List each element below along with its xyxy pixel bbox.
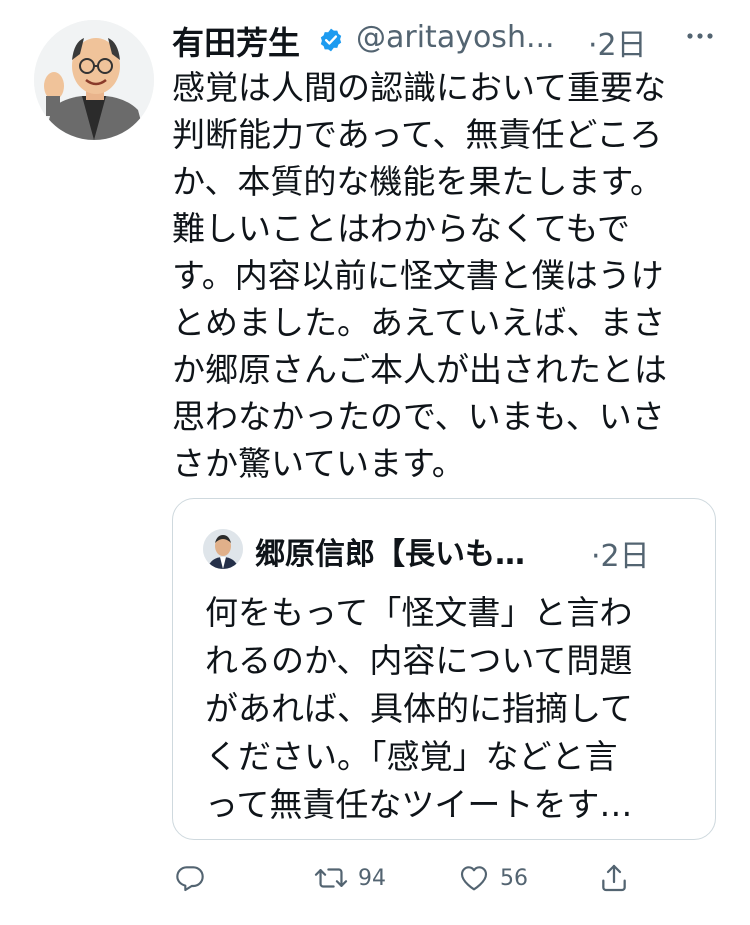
- quoted-timestamp[interactable]: ·2日: [591, 531, 650, 575]
- tweet-header: 有田芳生 @aritayosh... ·2日: [172, 14, 732, 66]
- quoted-author-avatar[interactable]: [203, 529, 243, 569]
- like-button[interactable]: 56: [458, 856, 528, 900]
- retweet-icon: [314, 862, 348, 894]
- share-icon: [598, 862, 630, 894]
- author-handle[interactable]: @aritayosh...: [356, 20, 555, 55]
- quoted-tweet-card[interactable]: 郷原信郎【長いも… ·2日 何をもって「怪文書」と言わ れるのか、内容について問…: [172, 498, 716, 840]
- quoted-author-name[interactable]: 郷原信郎【長いも…: [255, 529, 525, 573]
- reply-button[interactable]: [174, 856, 206, 900]
- like-count: 56: [500, 865, 528, 891]
- retweet-count: 94: [358, 865, 386, 891]
- reply-icon: [174, 862, 206, 894]
- more-dots-icon[interactable]: [680, 20, 720, 52]
- share-button[interactable]: [598, 856, 630, 900]
- heart-icon: [458, 862, 490, 894]
- author-avatar[interactable]: [34, 20, 154, 140]
- verified-badge-icon: [318, 27, 344, 53]
- author-name[interactable]: 有田芳生: [172, 18, 300, 64]
- tweet-action-bar: 94 56: [0, 856, 750, 906]
- retweet-button[interactable]: 94: [314, 856, 386, 900]
- tweet-text: 感覚は人間の認識において重要な 判断能力であって、無責任どころ か、本質的な機能…: [172, 68, 667, 483]
- quoted-tweet-text: 何をもって「怪文書」と言わ れるのか、内容について問題 があれば、具体的に指摘し…: [205, 593, 634, 824]
- tweet-timestamp[interactable]: ·2日: [588, 20, 647, 64]
